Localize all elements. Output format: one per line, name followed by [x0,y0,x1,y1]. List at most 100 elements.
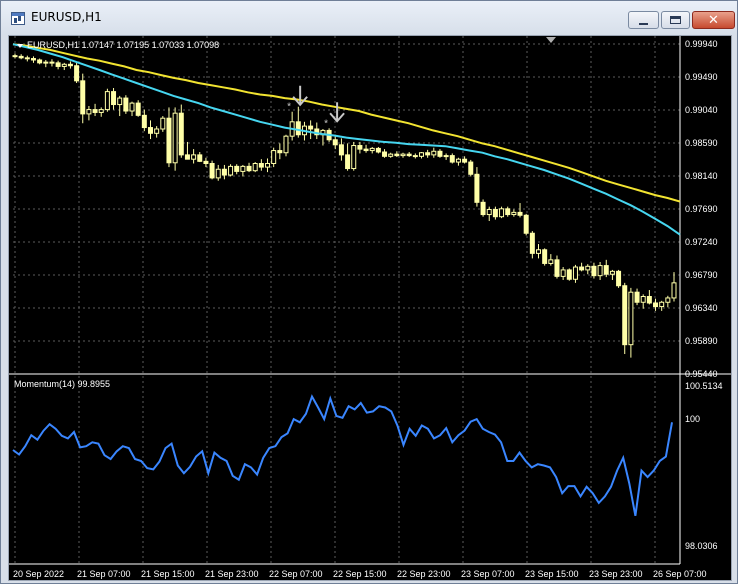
candle-body-bear [425,152,431,156]
candle-body-bear [412,155,418,158]
price-tick-label: 0.99490 [685,72,718,82]
chart-canvas[interactable]: * * EURUSD,H1 1.07147 1.07195 1.07033 1.0… [9,36,731,580]
candle-body-bull [560,269,566,277]
candle-body-bear [449,155,455,163]
chart-grid [13,36,680,564]
moving-average-fast-line [12,43,681,236]
candle-body-bear [24,57,30,60]
candle-body-bear [135,102,141,116]
moving-average-slow-line [12,43,681,203]
close-button[interactable]: ✕ [692,11,735,29]
candle-body-bull [486,209,492,216]
candle-body-bear [603,265,609,275]
minimize-button[interactable] [628,11,659,29]
candle-body-bear [30,58,36,61]
candle-body-bull [369,147,375,152]
signal-star: * [324,118,328,129]
time-axis-labels: 20 Sep 2022 21 Sep 07:00 21 Sep 15:00 21 Se… [13,569,707,579]
signal-star: * [287,102,291,113]
candle-body-bear [529,232,535,254]
price-axis-labels: 0.99940 0.99490 0.99040 0.98590 0.98140 0.976… [685,39,718,379]
time-tick-label: 23 Sep 23:00 [589,569,643,579]
scroll-marker-icon[interactable] [546,37,556,43]
candle-body-bear [178,112,184,156]
candle-body-bull [129,102,135,112]
candle-body-bear [295,121,301,136]
candle-body-bear [616,270,622,287]
candle-body-bear [258,163,264,168]
candle-body-bear [209,163,215,179]
candle-body-bull [228,165,234,176]
candle-body-bear [123,97,129,112]
candle-body-bear [542,249,548,264]
price-tick-label: 0.96340 [685,303,718,313]
candle-body-bull [61,63,67,67]
candle-body-bear [111,91,117,106]
candle-body-bear [55,62,61,67]
candle-body-bear [92,109,98,113]
candle-body-bull [659,301,665,308]
candle-body-bear [308,125,314,130]
maximize-icon [670,16,681,24]
candle-body-bear [579,266,585,271]
candle-body-bull [154,128,160,134]
candle-body-bear [357,145,363,150]
candle-body-bull [536,249,542,254]
time-tick-label: 21 Sep 15:00 [141,569,195,579]
indicator-tick-label: 98.0306 [685,541,718,551]
candle-body-bear [184,154,190,160]
candle-body-bear [18,55,24,59]
candle-body-bear [221,168,227,176]
time-tick-label: 26 Sep 07:00 [653,569,707,579]
candle-body-bull [86,109,92,115]
indicator-label: Momentum(14) 99.8955 [14,379,110,389]
time-tick-label: 22 Sep 23:00 [397,569,451,579]
momentum-line [12,394,673,516]
candle-body-bear [12,55,18,58]
terminal-chart-window: EURUSD,H1 ✕ * * EURUSD,H1 1.07147 1.07195… [0,0,738,584]
price-tick-label: 0.95440 [685,369,718,379]
candle-body-bull [240,165,246,172]
time-tick-label: 22 Sep 15:00 [333,569,387,579]
candle-body-bull [572,266,578,280]
candle-body-bear [468,161,474,175]
candle-body-bull [388,153,394,157]
candle-body-bear [277,150,283,154]
price-tick-label: 0.95890 [685,336,718,346]
candle-body-bear [246,165,252,172]
indicator-axis-labels: 100.5134 100 98.0306 [685,381,723,551]
candle-body-bear [80,80,86,115]
candle-body-bull [265,163,271,168]
candle-body-bear [147,127,153,134]
candle-body-bear [332,139,338,146]
title-bar[interactable]: EURUSD,H1 ✕ [1,1,737,35]
candle-body-bull [431,150,437,156]
candle-body-bear [480,201,486,216]
candle-body-bear [37,59,43,64]
window-title: EURUSD,H1 [31,10,102,24]
candle-body-bull [671,282,677,299]
candle-body-bear [166,117,172,164]
candle-body-bull [640,296,646,303]
candle-body-bear [653,302,659,308]
candle-body-bear [375,147,381,153]
maximize-button[interactable] [661,11,690,29]
candle-body-bull [628,291,634,346]
candle-body-bear [363,148,369,152]
price-tick-label: 0.99040 [685,105,718,115]
candle-body-bear [622,285,628,346]
price-tick-label: 0.99940 [685,39,718,49]
time-tick-label: 23 Sep 15:00 [525,569,579,579]
candle-body-bear [345,154,351,170]
candle-body-bear [406,153,412,157]
candle-body-bear [203,160,209,165]
window-app-icon [11,12,25,25]
chart-area[interactable]: * * EURUSD,H1 1.07147 1.07195 1.07033 1.0… [8,35,732,581]
candle-body-bear [634,291,640,303]
candle-body-bull [104,91,110,111]
candle-body-bear [646,296,652,304]
candle-body-bull [117,97,123,106]
close-icon: ✕ [708,12,719,28]
candle-body-bull [160,117,166,130]
candle-body-bear [74,65,80,82]
